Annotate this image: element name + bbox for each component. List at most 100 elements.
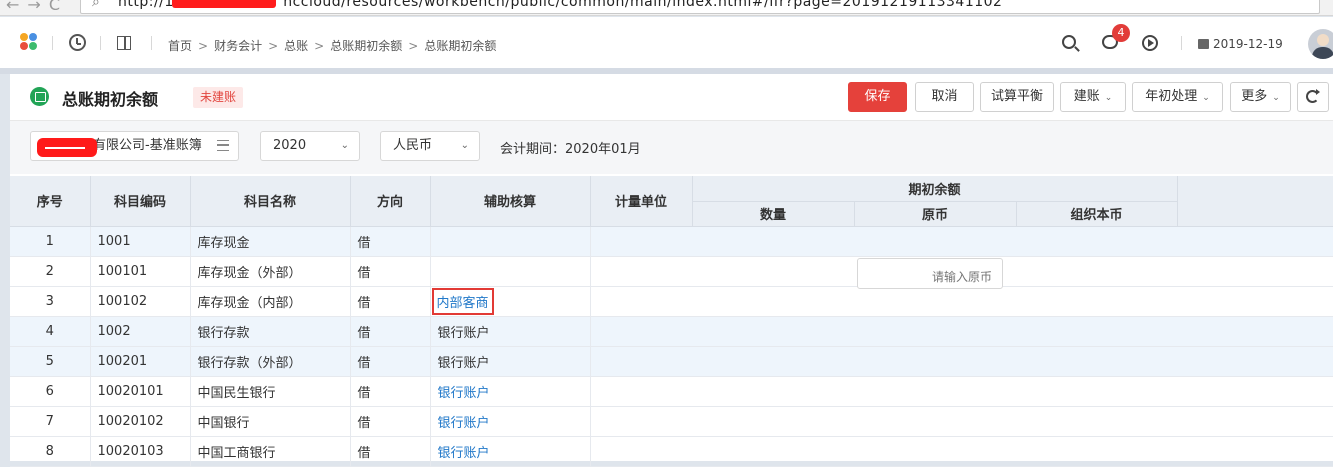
- trial-balance-button[interactable]: 试算平衡: [980, 82, 1054, 112]
- col-header-unit: 计量单位: [590, 176, 693, 227]
- table-row[interactable]: 4 1002 银行存款 借 银行账户: [10, 316, 1333, 347]
- row-aux: [430, 226, 591, 257]
- row-name: 库存现金: [190, 226, 351, 257]
- row-direction: 借: [350, 316, 431, 347]
- play-icon[interactable]: [1142, 35, 1158, 51]
- row-aux-cell: 银行账户: [430, 406, 591, 437]
- divider: [52, 36, 53, 50]
- filter-bar: 有限公司-基准账簿 2020 ⌄ 人民币 ⌄ 会计期间：2020年01月: [10, 120, 1333, 174]
- row-code: 10020101: [90, 376, 191, 407]
- table-row[interactable]: 8 10020103 中国工商银行 借 银行账户: [10, 436, 1333, 467]
- cancel-button[interactable]: 取消: [915, 82, 974, 112]
- row-balance-cells[interactable]: [590, 376, 1333, 407]
- table-row[interactable]: 1 1001 库存现金 借: [10, 226, 1333, 257]
- col-header-original: 原币: [854, 201, 1017, 227]
- table-row[interactable]: 5 100201 银行存款（外部） 借 银行账户: [10, 346, 1333, 377]
- currency-value: 人民币: [393, 138, 433, 153]
- browser-address-bar: ←→C ⌕ http://19 nccloud/resources/workben…: [0, 0, 1333, 16]
- table-row[interactable]: 7 10020102 中国银行 借 银行账户: [10, 406, 1333, 437]
- row-name: 库存现金（内部）: [190, 286, 351, 317]
- row-balance-cells[interactable]: [590, 346, 1333, 377]
- col-header-code: 科目编码: [90, 176, 191, 227]
- currency-select[interactable]: 人民币 ⌄: [380, 131, 480, 161]
- row-aux-cell: 内部客商: [430, 286, 591, 317]
- table-row[interactable]: 6 10020101 中国民生银行 借 银行账户: [10, 376, 1333, 407]
- row-balance-cells[interactable]: [590, 436, 1333, 467]
- divider: [100, 36, 101, 50]
- chevron-down-icon: ⌄: [1272, 93, 1280, 103]
- row-balance-cells[interactable]: [590, 406, 1333, 437]
- row-name: 中国工商银行: [190, 436, 351, 467]
- row-balance-cells[interactable]: [590, 316, 1333, 347]
- row-code: 1001: [90, 226, 191, 257]
- breadcrumb-ledger[interactable]: 总账: [284, 37, 308, 54]
- row-seq: 5: [10, 346, 91, 377]
- row-seq: 3: [10, 286, 91, 317]
- search-icon[interactable]: [1062, 35, 1076, 49]
- accounting-period: 会计期间：2020年01月: [500, 142, 641, 157]
- row-name: 银行存款: [190, 316, 351, 347]
- more-button[interactable]: 更多 ⌄: [1230, 82, 1291, 112]
- row-aux: 银行账户: [430, 346, 591, 377]
- row-name: 银行存款（外部）: [190, 346, 351, 377]
- refresh-button[interactable]: [1297, 82, 1329, 112]
- aux-link[interactable]: 银行账户: [438, 416, 490, 431]
- aux-link[interactable]: 银行账户: [438, 446, 490, 461]
- breadcrumb-opening-balance[interactable]: 总账期初余额: [330, 37, 402, 54]
- more-label: 更多: [1241, 89, 1268, 104]
- col-header-blank: [1177, 176, 1333, 227]
- row-direction: 借: [350, 376, 431, 407]
- clock-icon[interactable]: [69, 34, 86, 51]
- account-book-value: 有限公司-基准账簿: [93, 138, 202, 153]
- row-direction: 借: [350, 406, 431, 437]
- table-row[interactable]: 2 100101 库存现金（外部） 借: [10, 256, 1333, 287]
- year-start-label: 年初处理: [1145, 89, 1198, 104]
- save-button[interactable]: 保存: [848, 82, 907, 112]
- refresh-icon: [1306, 89, 1320, 103]
- breadcrumb-finance[interactable]: 财务会计: [214, 37, 262, 54]
- row-name: 中国民生银行: [190, 376, 351, 407]
- breadcrumb-home[interactable]: 首页: [168, 37, 192, 54]
- year-value: 2020: [273, 138, 307, 153]
- row-balance-cells[interactable]: [590, 286, 1333, 317]
- breadcrumb-current: 总账期初余额: [424, 39, 497, 53]
- aux-link[interactable]: 银行账户: [438, 386, 490, 401]
- col-header-org-currency: 组织本币: [1016, 201, 1178, 227]
- aux-link[interactable]: 内部客商: [431, 287, 494, 315]
- original-amount-input[interactable]: [857, 258, 1003, 289]
- col-header-direction: 方向: [350, 176, 431, 227]
- row-aux-cell: 银行账户: [430, 436, 591, 467]
- build-account-label: 建账: [1073, 89, 1100, 104]
- row-code: 100102: [90, 286, 191, 317]
- row-seq: 7: [10, 406, 91, 437]
- divider: [151, 36, 152, 50]
- account-book-select[interactable]: 有限公司-基准账簿: [30, 131, 239, 161]
- chevron-down-icon: ⌄: [1104, 93, 1113, 103]
- row-aux: [430, 256, 591, 287]
- table-row[interactable]: 3 100102 库存现金（内部） 借 内部客商: [10, 286, 1333, 317]
- list-icon[interactable]: [217, 140, 229, 151]
- row-name: 库存现金（外部）: [190, 256, 351, 287]
- row-direction: 借: [350, 256, 431, 287]
- organization-icon[interactable]: [117, 36, 131, 50]
- row-seq: 8: [10, 436, 91, 467]
- page-title: 总账期初余额: [62, 90, 159, 109]
- build-account-button[interactable]: 建账 ⌄: [1060, 82, 1126, 112]
- status-badge: 未建账: [193, 87, 244, 108]
- search-icon: ⌕: [92, 0, 100, 10]
- ledger-icon: [30, 87, 49, 106]
- row-code: 1002: [90, 316, 191, 347]
- app-logo-icon[interactable]: [20, 33, 38, 51]
- business-date[interactable]: 2019-12-19: [1213, 37, 1283, 51]
- row-seq: 1: [10, 226, 91, 257]
- year-start-button[interactable]: 年初处理 ⌄: [1132, 82, 1223, 112]
- divider: [1181, 36, 1182, 50]
- row-name: 中国银行: [190, 406, 351, 437]
- col-header-quantity: 数量: [692, 201, 855, 227]
- year-select[interactable]: 2020 ⌄: [260, 131, 360, 161]
- back-forward-reload-icons[interactable]: ←→C: [6, 0, 68, 14]
- row-balance-cells[interactable]: [590, 226, 1333, 257]
- avatar[interactable]: [1308, 29, 1333, 59]
- row-seq: 4: [10, 316, 91, 347]
- balance-table: 序号 科目编码 科目名称 方向 辅助核算 计量单位 期初余额 数量 原币 组织本…: [10, 176, 1333, 467]
